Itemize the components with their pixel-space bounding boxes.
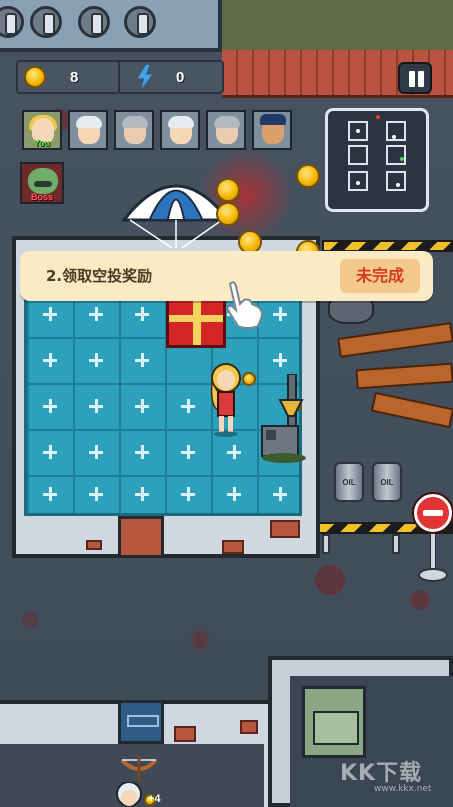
valve-icon — [124, 6, 156, 38]
portrait-boss[interactable]: Boss — [20, 162, 64, 204]
portrait-police[interactable] — [252, 110, 292, 150]
parachute-icon — [120, 184, 232, 248]
npc-character[interactable] — [114, 782, 144, 807]
building-gate[interactable] — [118, 700, 164, 744]
task-description: 2.领取空投奖励 — [46, 267, 153, 285]
minimap-enemy-dot — [376, 115, 380, 119]
you-label: You — [33, 138, 51, 148]
barrel-label: OIL — [380, 478, 394, 487]
boss-label: Boss — [30, 192, 53, 202]
oil-barrel: OIL — [372, 462, 402, 502]
coin-count: 8 — [70, 69, 79, 86]
brick-patch — [240, 720, 258, 734]
stop-sign-icon — [414, 494, 452, 532]
grass-area — [222, 0, 453, 50]
pause-icon — [418, 71, 424, 87]
portrait-nurse[interactable] — [68, 110, 108, 150]
generator[interactable] — [302, 686, 366, 758]
portrait-elder-2[interactable] — [206, 110, 246, 150]
zombie-icon — [28, 168, 58, 194]
barrier-post — [392, 534, 400, 554]
minimap-room — [348, 145, 368, 165]
portrait-nurse-2[interactable] — [160, 110, 200, 150]
coin-icon — [242, 372, 256, 386]
minimap-dot — [356, 181, 360, 185]
brick-patch — [270, 520, 300, 538]
coin-icon — [24, 66, 46, 88]
valve-icon — [78, 6, 110, 38]
portrait-elder[interactable] — [114, 110, 154, 150]
task-status-badge: 未完成 — [340, 259, 420, 293]
airdrop-crate[interactable] — [166, 296, 226, 348]
lightning-icon — [137, 65, 153, 89]
minimap-room — [386, 121, 406, 141]
pointing-hand-icon — [226, 281, 264, 329]
pause-icon — [409, 71, 415, 87]
sign-base — [418, 568, 448, 582]
watermark-url: www.kkx.net — [374, 784, 432, 794]
minimap-dot — [356, 129, 360, 133]
oil-barrel: OIL — [334, 462, 364, 502]
room-door[interactable] — [118, 516, 164, 558]
top-building — [0, 0, 222, 52]
resource-bar: 8 0 — [16, 60, 224, 94]
coin-icon — [296, 164, 320, 188]
energy-count: 0 — [176, 69, 185, 86]
drill-machine[interactable] — [258, 374, 308, 464]
brick-patch — [86, 540, 102, 550]
minimap-player-dot — [400, 157, 404, 161]
player-character[interactable] — [206, 362, 246, 438]
brick-patch — [174, 726, 196, 742]
minimap-dot — [396, 183, 400, 187]
coin-icon — [216, 178, 240, 202]
portrait-you[interactable]: You — [22, 110, 62, 150]
minimap[interactable] — [325, 108, 429, 212]
coin-icon — [216, 202, 240, 226]
valve-icon — [0, 6, 24, 38]
reward-tag: +4 — [148, 793, 161, 805]
valve-icon — [30, 6, 62, 38]
crossbow-icon — [120, 756, 158, 782]
minimap-dot — [392, 135, 396, 139]
barrel-label: OIL — [342, 478, 356, 487]
minimap-room — [386, 171, 406, 191]
watermark: KK下载 — [340, 761, 423, 786]
brick-patch — [222, 540, 244, 554]
barrier-post — [322, 534, 330, 554]
pause-button[interactable] — [398, 62, 432, 94]
resource-divider — [118, 62, 120, 92]
minimap-room — [386, 145, 406, 165]
